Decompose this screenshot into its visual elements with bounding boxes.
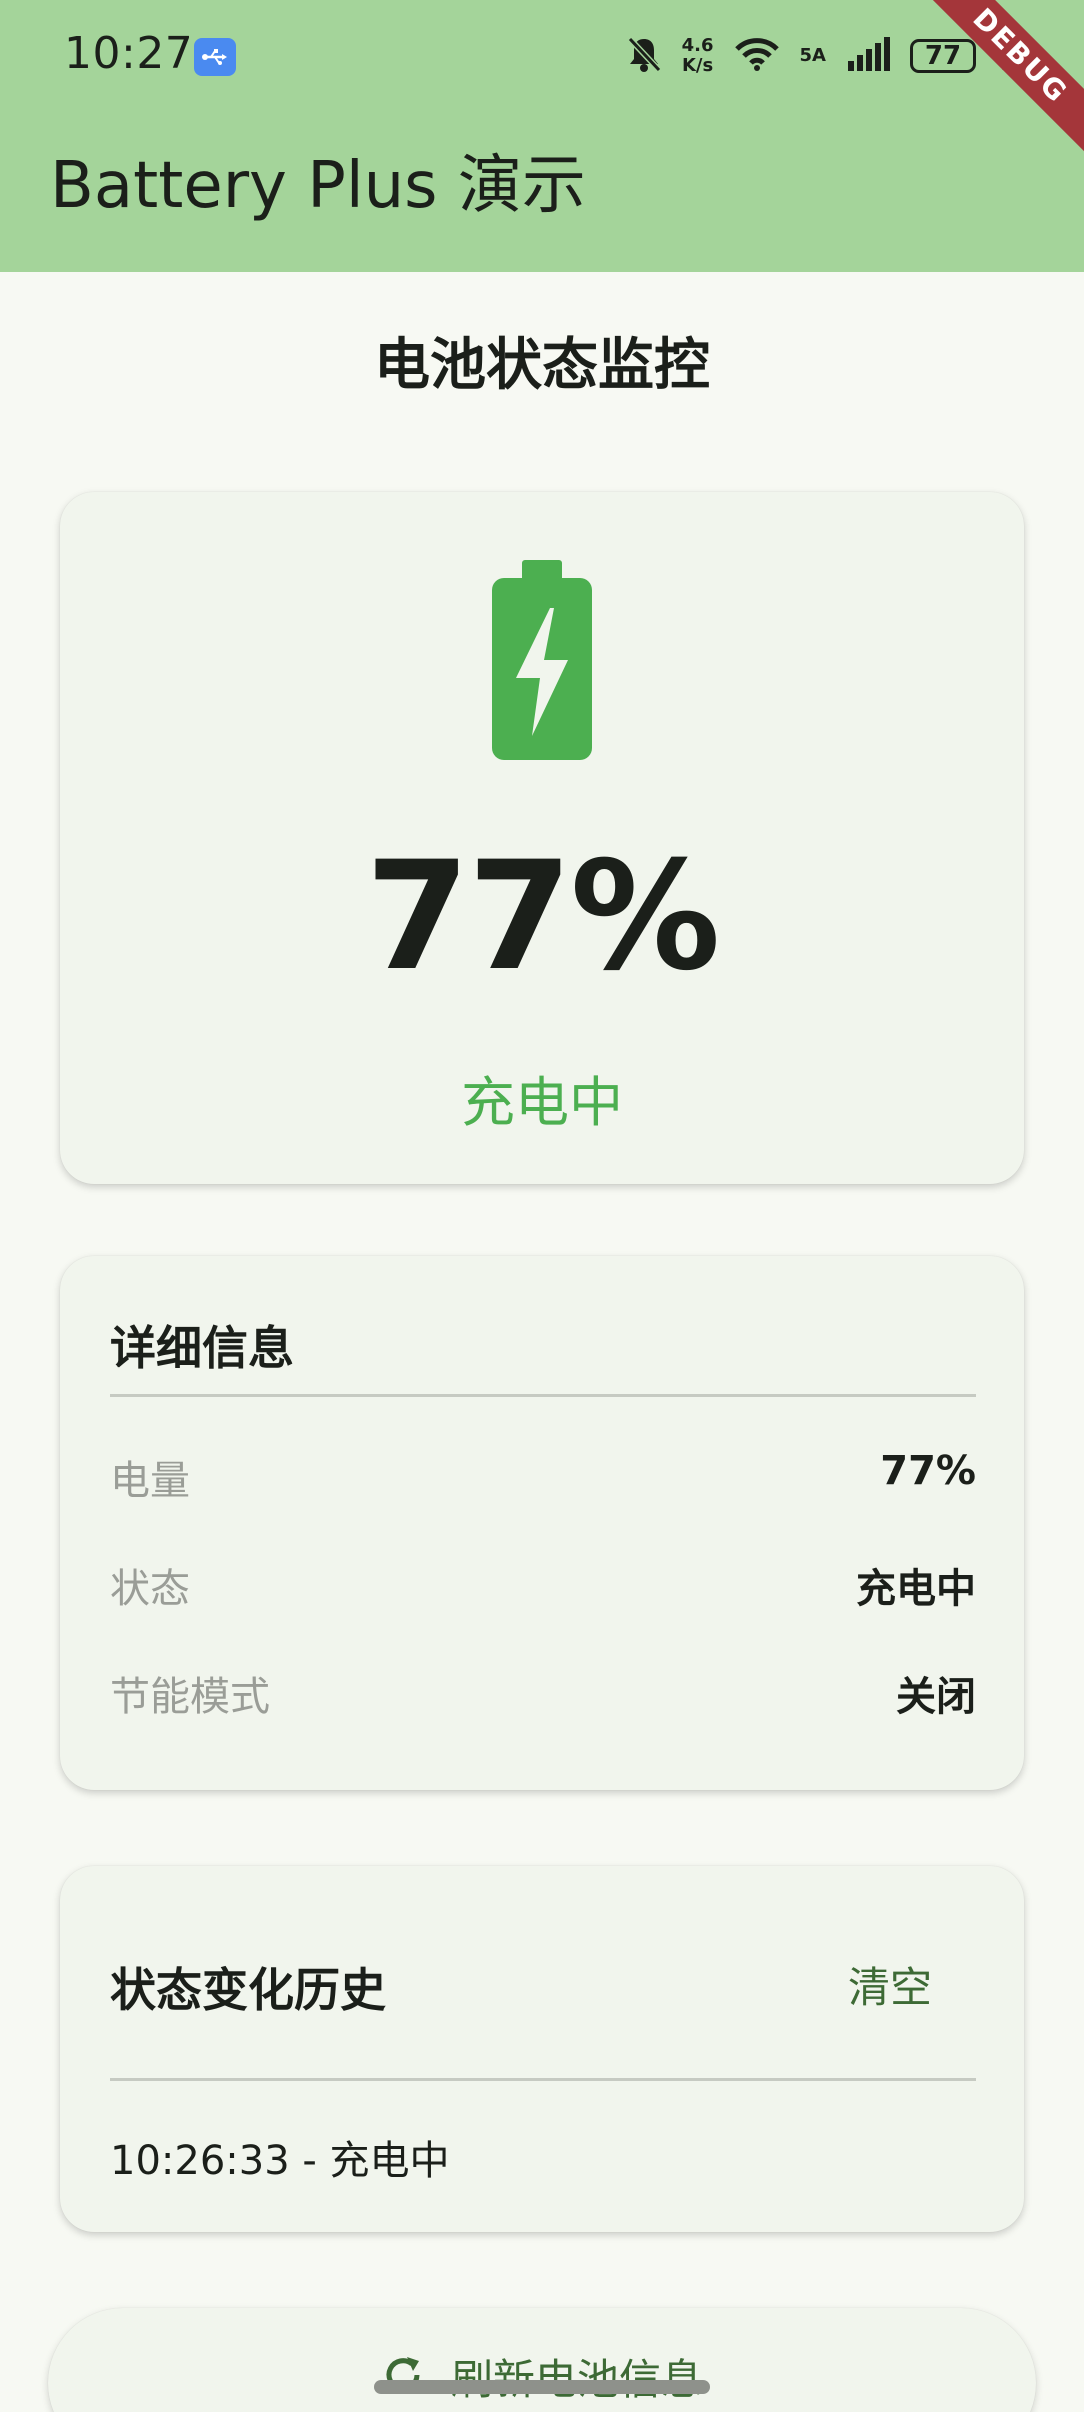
battery-charging-icon <box>492 560 592 760</box>
history-card: 状态变化历史 清空 10:26:33 - 充电中 <box>60 1866 1024 2232</box>
detail-row-state: 状态 充电中 <box>110 1556 976 1616</box>
details-card: 详细信息 电量 77% 状态 充电中 节能模式 关闭 <box>60 1256 1024 1790</box>
signal-icon <box>846 37 890 75</box>
history-title: 状态变化历史 <box>110 1963 386 2017</box>
detail-label: 电量 <box>110 1458 190 1504</box>
status-battery-level: 77 <box>924 41 962 71</box>
refresh-button-content: 刷新电池信息 <box>48 2346 1036 2407</box>
page-title: 电池状态监控 <box>374 333 710 398</box>
wifi-icon <box>734 37 780 75</box>
network-speed-value: 4.6 <box>681 35 714 56</box>
detail-row-power-save: 节能模式 关闭 <box>110 1664 976 1724</box>
details-title: 详细信息 <box>110 1321 294 1375</box>
network-speed: 4.6 K/s <box>682 36 714 76</box>
network-type: 5A <box>799 45 826 66</box>
detail-value: 充电中 <box>856 1566 976 1612</box>
refresh-button-label: 刷新电池信息 <box>451 2346 703 2407</box>
usb-icon <box>194 38 236 76</box>
detail-label: 状态 <box>110 1566 190 1612</box>
network-speed-unit: K/s <box>681 55 714 76</box>
status-icons: 4.6 K/s 5A 77 <box>626 30 1014 82</box>
status-battery: 77 <box>910 39 976 73</box>
top-app-bar: 10:27 4.6 K/s 5A 77 DEBUG Battery Plus 演… <box>0 0 1084 272</box>
detail-value: 关闭 <box>896 1674 976 1720</box>
battery-state-label: 充电中 <box>461 1071 623 1134</box>
bell-off-icon <box>626 35 662 77</box>
battery-percentage: 77% <box>365 830 720 1004</box>
detail-row-level: 电量 77% <box>110 1448 976 1508</box>
clear-history-button[interactable]: 清空 <box>848 1954 932 2015</box>
battery-status-card: 77% 充电中 <box>60 492 1024 1184</box>
app-screen: 10:27 4.6 K/s 5A 77 DEBUG Battery Plus 演… <box>0 0 1084 2412</box>
detail-label: 节能模式 <box>110 1674 270 1720</box>
app-bar-title: Battery Plus 演示 <box>50 149 586 223</box>
refresh-battery-button[interactable]: 刷新电池信息 <box>48 2308 1036 2412</box>
status-time: 10:27 <box>64 28 194 79</box>
history-divider <box>110 2078 976 2081</box>
details-divider <box>110 1394 976 1397</box>
detail-value: 77% <box>880 1448 976 1494</box>
history-entry: 10:26:33 - 充电中 <box>110 2138 450 2184</box>
home-indicator[interactable] <box>374 2380 710 2394</box>
